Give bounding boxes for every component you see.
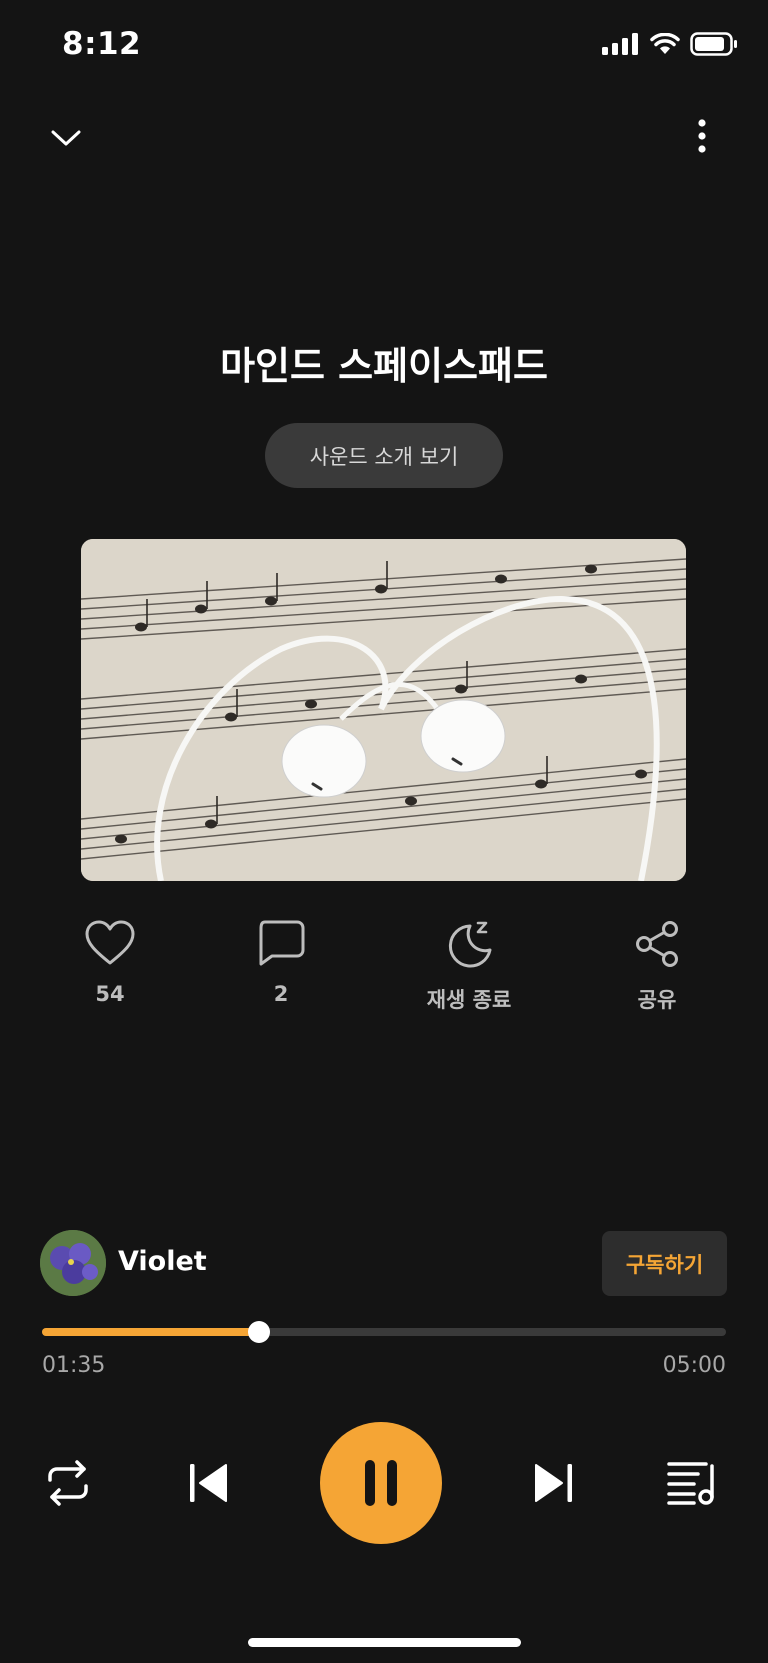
track-artwork — [81, 539, 686, 881]
elapsed-time: 01:35 — [42, 1353, 106, 1378]
share-icon — [636, 921, 678, 967]
wifi-icon — [650, 33, 680, 54]
home-indicator — [248, 1638, 521, 1647]
share-label: 공유 — [637, 988, 677, 1012]
comment-action[interactable]: 2 — [211, 920, 351, 1006]
next-button[interactable] — [528, 1458, 580, 1508]
share-action[interactable]: 공유 — [587, 920, 727, 1014]
total-duration: 05:00 — [662, 1353, 726, 1378]
comment-count: 2 — [273, 982, 289, 1006]
progress-bar[interactable] — [42, 1321, 726, 1343]
violet-flower-image — [40, 1230, 106, 1296]
skip-previous-icon — [190, 1464, 227, 1502]
pause-button[interactable] — [320, 1422, 442, 1544]
more-options-button[interactable] — [680, 114, 724, 158]
track-title: 마인드 스페이스패드 — [220, 344, 548, 388]
repeat-button[interactable] — [42, 1458, 94, 1508]
playlist-icon — [667, 1462, 714, 1505]
progress-fill — [42, 1328, 259, 1336]
cellular-signal-icon — [602, 33, 638, 55]
more-vertical-icon — [698, 119, 706, 153]
progress-thumb[interactable] — [247, 1321, 270, 1343]
sleep-timer-label: 재생 종료 — [426, 988, 512, 1012]
collapse-button[interactable] — [44, 116, 88, 160]
battery-icon — [690, 32, 737, 56]
repeat-icon — [48, 1460, 88, 1506]
status-icons — [602, 32, 738, 56]
previous-button[interactable] — [182, 1458, 234, 1508]
status-time: 8:12 — [62, 26, 142, 62]
pause-icon — [365, 1460, 397, 1506]
moon-icon — [448, 921, 492, 968]
sheet-music-earphones-image — [81, 539, 686, 881]
like-count: 54 — [95, 982, 125, 1006]
skip-next-icon — [535, 1464, 572, 1502]
subscribe-button[interactable]: 구독하기 — [602, 1231, 727, 1296]
sound-intro-button[interactable]: 사운드 소개 보기 — [265, 423, 503, 488]
sleep-timer-action[interactable]: 재생 종료 — [399, 920, 539, 1014]
like-action[interactable]: 54 — [40, 920, 180, 1006]
playlist-button[interactable] — [665, 1458, 719, 1508]
chevron-down-icon — [51, 130, 81, 146]
comment-icon — [259, 920, 305, 966]
heart-icon — [85, 920, 135, 965]
channel-name[interactable]: Violet — [118, 1246, 207, 1277]
channel-avatar[interactable] — [40, 1230, 106, 1296]
